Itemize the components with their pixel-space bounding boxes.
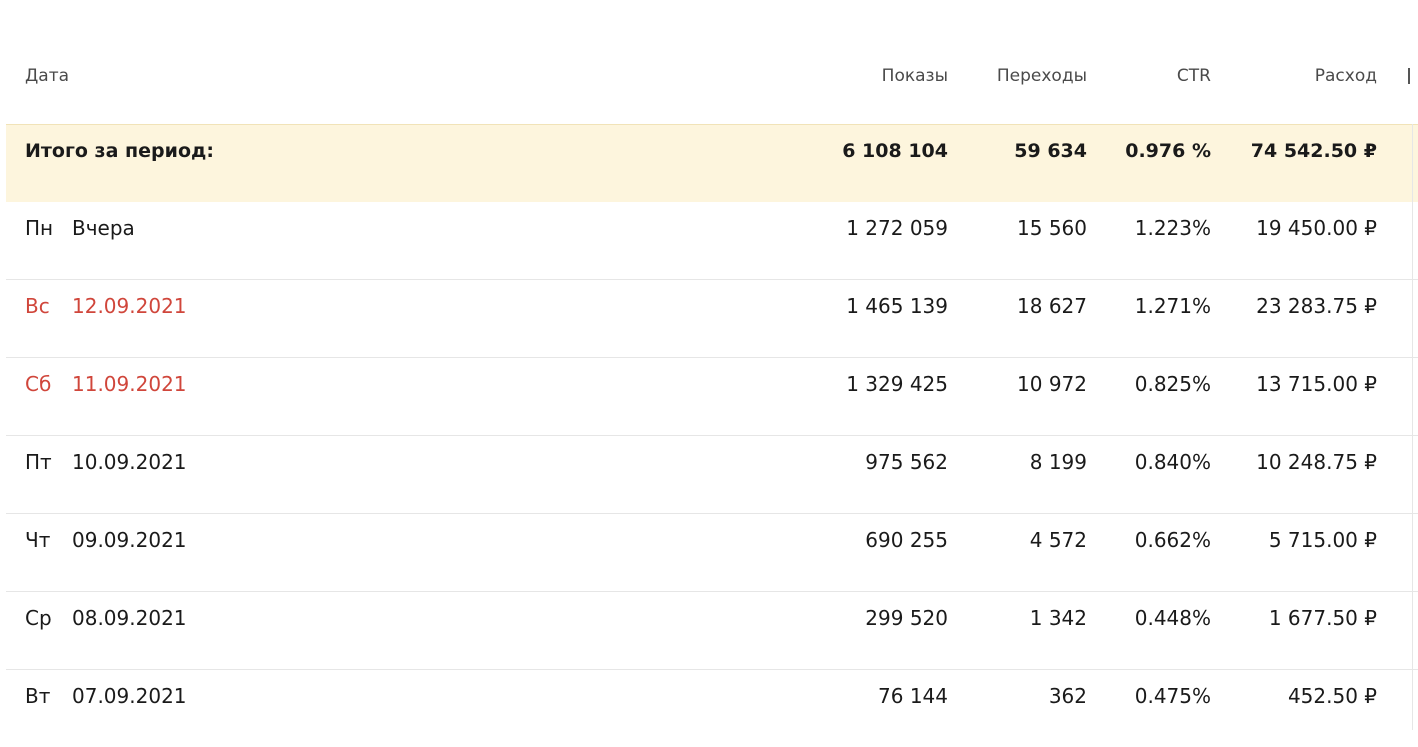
day-of-week: Сб	[25, 372, 52, 396]
table-row[interactable]: Вт 07.09.2021 76 144 362 0.475% 452.50 ₽	[6, 670, 1418, 747]
date-cell: Вс 12.09.2021	[25, 294, 187, 318]
table-row[interactable]: Ср 08.09.2021 299 520 1 342 0.448% 1 677.50 ₽	[6, 592, 1418, 670]
cost-cell: 19 450.00 ₽	[1256, 216, 1377, 240]
ctr-cell: 1.271%	[1134, 294, 1211, 318]
column-header-date[interactable]: Дата	[25, 66, 69, 86]
clicks-cell: 362	[1048, 684, 1087, 708]
cost-cell: 23 283.75 ₽	[1256, 294, 1377, 318]
column-header-shows[interactable]: Показы	[882, 66, 948, 86]
shows-cell: 690 255	[865, 528, 948, 552]
column-header-clicks[interactable]: Переходы	[997, 66, 1087, 86]
table-row[interactable]: Пн Вчера 1 272 059 15 560 1.223% 19 450.00 ₽	[6, 202, 1418, 280]
table-row[interactable]: Чт 09.09.2021 690 255 4 572 0.662% 5 715.00 ₽	[6, 514, 1418, 592]
date-value: 12.09.2021	[72, 294, 187, 318]
ctr-cell: 0.475%	[1134, 684, 1211, 708]
clicks-cell: 1 342	[1029, 606, 1087, 630]
clicks-cell: 15 560	[1017, 216, 1087, 240]
day-of-week: Пн	[25, 216, 54, 240]
clicks-cell: 8 199	[1029, 450, 1087, 474]
date-value: 09.09.2021	[72, 528, 187, 552]
total-cost: 74 542.50 ₽	[1250, 140, 1377, 162]
stats-table: Дата Показы Переходы CTR Расход Итого за…	[6, 0, 1418, 747]
date-value: 07.09.2021	[72, 684, 187, 708]
total-ctr: 0.976 %	[1125, 140, 1211, 162]
day-of-week: Вт	[25, 684, 51, 708]
column-header-cost[interactable]: Расход	[1315, 66, 1377, 86]
date-value: 10.09.2021	[72, 450, 187, 474]
shows-cell: 299 520	[865, 606, 948, 630]
shows-cell: 1 465 139	[846, 294, 948, 318]
table-row[interactable]: Сб 11.09.2021 1 329 425 10 972 0.825% 13 715.…	[6, 358, 1418, 436]
day-of-week: Пт	[25, 450, 52, 474]
total-label: Итого за период:	[25, 140, 214, 162]
total-clicks: 59 634	[1014, 140, 1087, 162]
date-cell: Пн Вчера	[25, 216, 135, 240]
total-row: Итого за период: 6 108 104 59 634 0.976 …	[6, 124, 1418, 202]
table-row[interactable]: Вс 12.09.2021 1 465 139 18 627 1.271% 23 283.…	[6, 280, 1418, 358]
ctr-cell: 0.840%	[1134, 450, 1211, 474]
clicks-cell: 10 972	[1017, 372, 1087, 396]
date-cell: Ср 08.09.2021	[25, 606, 187, 630]
table-row[interactable]: Пт 10.09.2021 975 562 8 199 0.840% 10 248.75 …	[6, 436, 1418, 514]
clicks-cell: 18 627	[1017, 294, 1087, 318]
shows-cell: 76 144	[878, 684, 948, 708]
date-value: Вчера	[72, 216, 135, 240]
date-cell: Пт 10.09.2021	[25, 450, 187, 474]
cost-cell: 1 677.50 ₽	[1268, 606, 1377, 630]
date-value: 08.09.2021	[72, 606, 187, 630]
date-cell: Вт 07.09.2021	[25, 684, 187, 708]
shows-cell: 1 272 059	[846, 216, 948, 240]
day-of-week: Вс	[25, 294, 50, 318]
table-body: Пн Вчера 1 272 059 15 560 1.223% 19 450.00 ₽ В…	[6, 202, 1418, 747]
cost-cell: 13 715.00 ₽	[1256, 372, 1377, 396]
day-of-week: Чт	[25, 528, 51, 552]
cost-cell: 10 248.75 ₽	[1256, 450, 1377, 474]
date-cell: Чт 09.09.2021	[25, 528, 187, 552]
table-header: Дата Показы Переходы CTR Расход	[6, 0, 1418, 124]
day-of-week: Ср	[25, 606, 52, 630]
ctr-cell: 1.223%	[1134, 216, 1211, 240]
ctr-cell: 0.448%	[1134, 606, 1211, 630]
ctr-cell: 0.662%	[1134, 528, 1211, 552]
total-shows: 6 108 104	[842, 140, 948, 162]
cut-off-column-edge	[1408, 68, 1410, 84]
shows-cell: 975 562	[865, 450, 948, 474]
date-cell: Сб 11.09.2021	[25, 372, 187, 396]
shows-cell: 1 329 425	[846, 372, 948, 396]
cost-cell: 452.50 ₽	[1287, 684, 1377, 708]
column-header-ctr[interactable]: CTR	[1177, 66, 1211, 86]
ctr-cell: 0.825%	[1134, 372, 1211, 396]
clicks-cell: 4 572	[1029, 528, 1087, 552]
table-right-border	[1412, 124, 1413, 730]
cost-cell: 5 715.00 ₽	[1268, 528, 1377, 552]
date-value: 11.09.2021	[72, 372, 187, 396]
